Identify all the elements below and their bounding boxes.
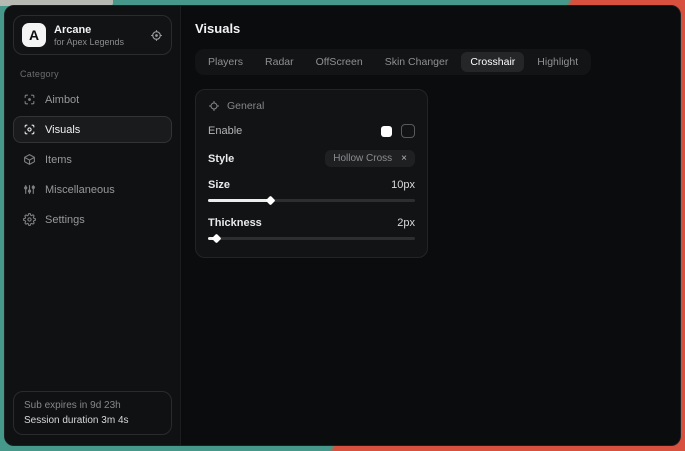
session-duration-text: Session duration 3m 4s: [24, 415, 161, 426]
sidebar-item-visuals[interactable]: Visuals: [13, 116, 172, 143]
slider-fill: [208, 199, 270, 202]
enable-checkbox[interactable]: [401, 124, 415, 138]
sidebar-item-label: Aimbot: [45, 94, 79, 106]
thickness-value: 2px: [397, 217, 415, 229]
thickness-slider[interactable]: [208, 234, 415, 243]
thickness-row: Thickness 2px: [208, 217, 415, 229]
main-content: Visuals Players Radar OffScreen Skin Cha…: [181, 6, 680, 445]
sidebar-item-label: Visuals: [45, 124, 80, 136]
enable-row: Enable: [208, 124, 415, 138]
sidebar-item-label: Settings: [45, 214, 85, 226]
sub-expires-text: Sub expires in 9d 23h: [24, 400, 161, 411]
color-swatch[interactable]: [381, 126, 392, 137]
sidebar-item-miscellaneous[interactable]: Miscellaneous: [13, 176, 172, 203]
general-panel: General Enable Style Hollow Cross × Size…: [195, 89, 428, 258]
thickness-label: Thickness: [208, 217, 262, 229]
style-label: Style: [208, 153, 234, 165]
tab-radar[interactable]: Radar: [256, 52, 303, 72]
page-title: Visuals: [195, 21, 666, 36]
category-label: Category: [20, 69, 165, 79]
scope-icon: [208, 100, 220, 112]
tab-players[interactable]: Players: [199, 52, 252, 72]
clear-icon[interactable]: ×: [401, 154, 407, 164]
app-logo: A: [22, 23, 46, 47]
tab-crosshair[interactable]: Crosshair: [461, 52, 524, 72]
panel-title: General: [227, 100, 264, 112]
enable-label: Enable: [208, 125, 242, 137]
sidebar-item-items[interactable]: Items: [13, 146, 172, 173]
target-icon[interactable]: [150, 29, 163, 42]
style-value: Hollow Cross: [333, 153, 392, 164]
tab-bar: Players Radar OffScreen Skin Changer Cro…: [195, 49, 591, 75]
app-subtitle: for Apex Legends: [54, 37, 124, 47]
tab-skin-changer[interactable]: Skin Changer: [376, 52, 458, 72]
slider-track: [208, 237, 415, 240]
app-window: A Arcane for Apex Legends Category: [4, 5, 681, 446]
cube-icon: [23, 153, 36, 166]
sidebar-item-label: Items: [45, 154, 72, 166]
sidebar: A Arcane for Apex Legends Category: [5, 6, 181, 445]
slider-thumb[interactable]: [266, 196, 276, 206]
style-select[interactable]: Hollow Cross ×: [325, 150, 415, 167]
app-name: Arcane: [54, 24, 124, 36]
eye-scan-icon: [23, 123, 36, 136]
slider-thumb[interactable]: [212, 234, 222, 244]
style-row: Style Hollow Cross ×: [208, 150, 415, 167]
gear-icon: [23, 213, 36, 226]
sidebar-item-aimbot[interactable]: Aimbot: [13, 86, 172, 113]
sidebar-item-label: Miscellaneous: [45, 184, 115, 196]
app-header-card: A Arcane for Apex Legends: [13, 15, 172, 55]
sidebar-nav: Aimbot Visuals Items: [13, 86, 172, 233]
size-slider[interactable]: [208, 196, 415, 205]
sliders-icon: [23, 183, 36, 196]
subscription-card: Sub expires in 9d 23h Session duration 3…: [13, 391, 172, 435]
app-header-text: Arcane for Apex Legends: [54, 24, 124, 47]
crosshair-icon: [23, 93, 36, 106]
tab-highlight[interactable]: Highlight: [528, 52, 587, 72]
size-label: Size: [208, 179, 230, 191]
tab-offscreen[interactable]: OffScreen: [307, 52, 372, 72]
size-row: Size 10px: [208, 179, 415, 191]
sidebar-item-settings[interactable]: Settings: [13, 206, 172, 233]
panel-header: General: [208, 100, 415, 112]
size-value: 10px: [391, 179, 415, 191]
